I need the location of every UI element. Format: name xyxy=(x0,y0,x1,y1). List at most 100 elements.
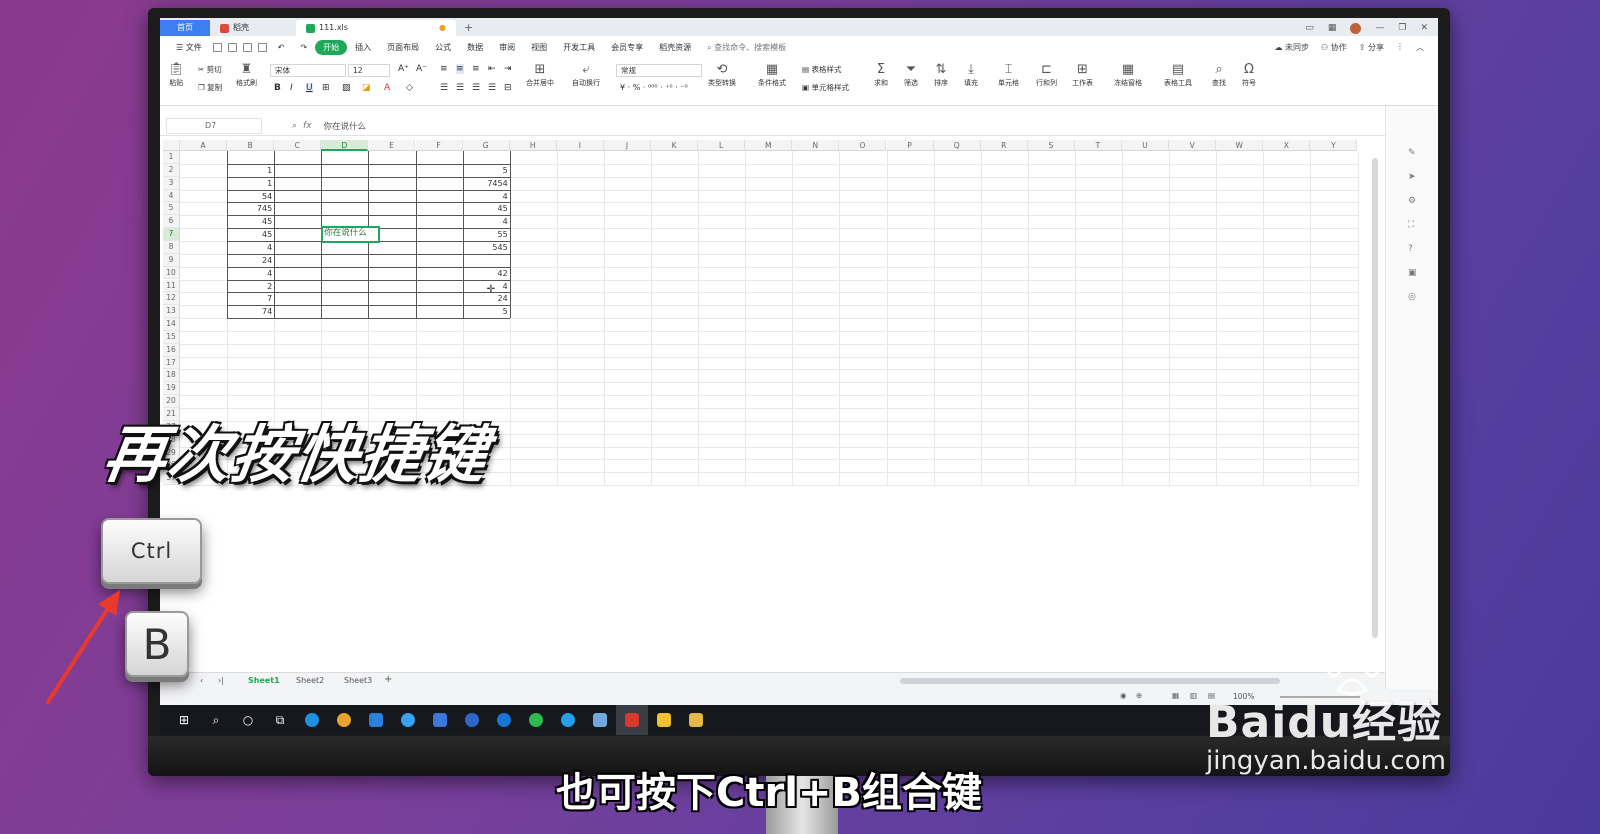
search-icon[interactable]: ⌕ xyxy=(200,705,232,735)
cell-g5[interactable]: 45 xyxy=(463,204,510,215)
cell-g13[interactable]: 5 xyxy=(463,307,510,318)
qq-icon[interactable] xyxy=(552,705,584,735)
redo-icon[interactable]: ↷ xyxy=(292,43,315,52)
font-name-select[interactable]: 宋体 xyxy=(270,64,346,77)
column-header-k[interactable]: K xyxy=(651,140,699,151)
cell-g7[interactable]: 55 xyxy=(463,230,510,241)
column-header-p[interactable]: P xyxy=(886,140,934,151)
cell-b2[interactable]: 1 xyxy=(227,166,274,177)
row-header-16[interactable]: 16 xyxy=(163,343,180,357)
row-header-14[interactable]: 14 xyxy=(163,318,180,331)
cut-button[interactable]: ✂ 剪切 xyxy=(198,64,222,75)
menu-review[interactable]: 审阅 xyxy=(491,42,523,53)
cell-b12[interactable]: 7 xyxy=(227,294,274,305)
number-format-tools[interactable]: ¥ · % · ⁰⁰⁰ · ⁺⁰ · ⁻⁰ xyxy=(620,83,688,92)
cell-g2[interactable]: 5 xyxy=(463,166,510,177)
row-header-8[interactable]: 8 xyxy=(163,240,180,254)
row-header-19[interactable]: 19 xyxy=(163,382,180,396)
cell-b6[interactable]: 45 xyxy=(227,217,274,228)
column-header-v[interactable]: V xyxy=(1169,140,1217,151)
new-tab-button[interactable]: + xyxy=(456,20,481,36)
clear-icon[interactable]: ◇ xyxy=(406,83,413,93)
sum-button[interactable]: Σ 求和 xyxy=(874,62,888,88)
menu-docer-resources[interactable]: 稻壳资源 xyxy=(651,42,699,53)
column-header-h[interactable]: H xyxy=(509,140,557,151)
row-col-button[interactable]: ⊏ 行和列 xyxy=(1036,62,1057,88)
column-header-u[interactable]: U xyxy=(1122,140,1170,151)
sidebar-share-icon[interactable]: ◎ xyxy=(1408,292,1416,302)
name-box[interactable]: D7 xyxy=(166,117,262,134)
indent-decrease-icon[interactable]: ⇤ xyxy=(488,64,496,74)
row-header-10[interactable]: 10 xyxy=(163,266,180,280)
menu-formulas[interactable]: 公式 xyxy=(427,42,459,53)
menu-member[interactable]: 会员专享 xyxy=(603,42,651,53)
column-header-f[interactable]: F xyxy=(415,140,463,151)
align-middle-icon[interactable]: ≡ xyxy=(456,64,464,74)
row-header-9[interactable]: 9 xyxy=(163,253,180,267)
tab-docer[interactable]: 稻壳 xyxy=(210,20,296,36)
row-header-1[interactable]: 1 xyxy=(163,151,180,164)
fill-pattern-icon[interactable]: ▨ xyxy=(342,83,351,93)
align-top-icon[interactable]: ≡ xyxy=(440,64,448,74)
row-header-18[interactable]: 18 xyxy=(163,369,180,383)
symbol-button[interactable]: Ω 符号 xyxy=(1242,62,1256,88)
input-mode-icon[interactable]: ⊕ xyxy=(1136,691,1142,700)
cell-g4[interactable]: 4 xyxy=(463,192,510,203)
column-header-y[interactable]: Y xyxy=(1310,140,1358,151)
column-header-i[interactable]: I xyxy=(556,140,604,151)
cell-b10[interactable]: 4 xyxy=(227,269,274,280)
column-header-o[interactable]: O xyxy=(839,140,887,151)
cell-g6[interactable]: 4 xyxy=(463,217,510,228)
sync-button[interactable]: ☁ 未同步 xyxy=(1274,42,1309,53)
menu-file[interactable]: ☰ 文件 xyxy=(168,42,210,53)
type-convert-button[interactable]: ⟲ 类型转换 xyxy=(708,62,736,88)
cell-g12[interactable]: 24 xyxy=(463,294,510,305)
copy-button[interactable]: ❐ 复制 xyxy=(198,82,222,93)
vertical-scrollbar[interactable] xyxy=(1372,158,1378,638)
horizontal-scrollbar[interactable] xyxy=(900,678,1280,684)
column-header-s[interactable]: S xyxy=(1027,140,1075,151)
sidebar-help-icon[interactable]: ? xyxy=(1408,244,1413,254)
border-icon[interactable]: ⊞ xyxy=(322,83,330,93)
cell-button[interactable]: ⌶ 单元格 xyxy=(998,62,1019,88)
row-header-11[interactable]: 11 xyxy=(163,279,180,293)
command-search[interactable]: ⌕ 查找命令、搜索模板 xyxy=(707,42,786,53)
mail-icon[interactable] xyxy=(424,705,456,735)
sidebar-style-icon[interactable]: ✎ xyxy=(1408,148,1416,158)
wps-icon[interactable] xyxy=(616,705,648,735)
row-header-6[interactable]: 6 xyxy=(163,215,180,229)
notes-icon[interactable] xyxy=(584,705,616,735)
menu-page-layout[interactable]: 页面布局 xyxy=(379,42,427,53)
column-header-d[interactable]: D xyxy=(321,140,369,151)
row-header-4[interactable]: 4 xyxy=(163,189,180,203)
export-icon[interactable] xyxy=(227,42,237,52)
format-painter-button[interactable]: ♜ 格式刷 xyxy=(236,62,257,88)
number-format-select[interactable]: 常规 xyxy=(616,64,702,77)
column-header-a[interactable]: A xyxy=(180,140,228,151)
close-icon[interactable]: ✕ xyxy=(1420,20,1428,36)
sheet-tab-2[interactable]: Sheet2 xyxy=(296,676,324,685)
row-header-12[interactable]: 12 xyxy=(163,292,180,306)
select-all-corner[interactable] xyxy=(163,140,180,151)
wrap-text-button[interactable]: ⤶ 自动换行 xyxy=(572,62,600,88)
align-bottom-icon[interactable]: ≡ xyxy=(472,64,480,74)
column-header-c[interactable]: C xyxy=(274,140,322,151)
share-button[interactable]: ⇪ 分享 xyxy=(1359,42,1384,53)
sheet-nav-prev[interactable]: ‹ xyxy=(200,676,203,685)
column-header-g[interactable]: G xyxy=(462,140,510,151)
bold-icon[interactable]: B xyxy=(274,83,281,93)
worksheet-button[interactable]: ⊞ 工作表 xyxy=(1072,62,1093,88)
sort-button[interactable]: ⇅ 排序 xyxy=(934,62,948,88)
minimize-icon[interactable]: — xyxy=(1375,20,1384,36)
column-header-b[interactable]: B xyxy=(227,140,275,151)
edge-icon[interactable] xyxy=(296,705,328,735)
freeze-button[interactable]: ▦ 冻结窗格 xyxy=(1114,62,1142,88)
print-icon[interactable] xyxy=(242,42,252,52)
row-header-2[interactable]: 2 xyxy=(163,163,180,177)
avatar[interactable] xyxy=(1350,23,1362,34)
grid-view-icon[interactable]: ▦ xyxy=(1328,20,1337,36)
menu-view[interactable]: 视图 xyxy=(523,42,555,53)
wechat-icon[interactable] xyxy=(520,705,552,735)
cell-g8[interactable]: 545 xyxy=(463,243,510,254)
table-style-button[interactable]: ▤ 表格样式 xyxy=(802,64,841,75)
